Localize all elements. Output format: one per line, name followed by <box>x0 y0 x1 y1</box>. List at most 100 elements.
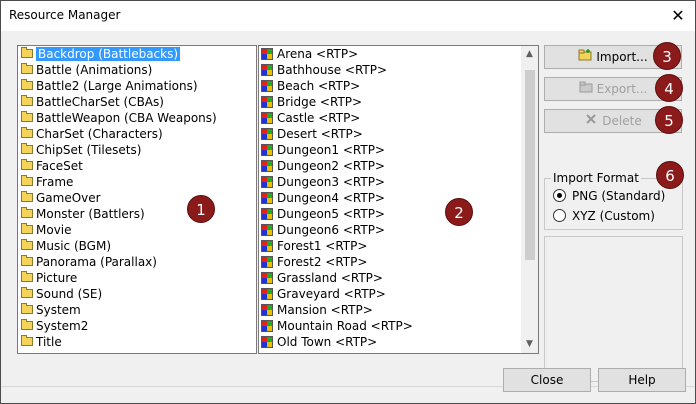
folder-icon <box>21 239 33 250</box>
help-button[interactable]: Help <box>598 368 686 392</box>
folder-icon <box>21 175 33 186</box>
file-label: Old Town <RTP> <box>277 335 378 349</box>
category-item[interactable]: System2 <box>18 318 256 334</box>
category-item[interactable]: Movie <box>18 222 256 238</box>
annotation-badge-4: 4 <box>655 74 683 102</box>
category-item[interactable]: BattleCharSet (CBAs) <box>18 94 256 110</box>
radio-button-icon[interactable] <box>553 189 566 202</box>
title-bar: Resource Manager ✕ <box>1 1 695 31</box>
file-item[interactable]: Grassland <RTP> <box>259 270 538 286</box>
scroll-up-arrow-icon[interactable]: ▲ <box>521 46 538 63</box>
export-icon <box>579 78 593 100</box>
radio-png[interactable]: PNG (Standard) <box>553 188 665 204</box>
file-item[interactable]: Castle <RTP> <box>259 110 538 126</box>
category-item[interactable]: Panorama (Parallax) <box>18 254 256 270</box>
category-item[interactable]: Battle (Animations) <box>18 62 256 78</box>
file-label: Dungeon3 <RTP> <box>277 175 385 189</box>
category-item[interactable]: Battle2 (Large Animations) <box>18 78 256 94</box>
category-label: Panorama (Parallax) <box>36 255 157 269</box>
image-file-icon <box>261 320 273 332</box>
file-item[interactable]: Dungeon1 <RTP> <box>259 142 538 158</box>
category-label: Title <box>36 335 62 349</box>
radio-xyz[interactable]: XYZ (Custom) <box>553 208 655 224</box>
file-list-scrollbar[interactable]: ▲ ▼ <box>521 46 538 353</box>
category-label: Battle2 (Large Animations) <box>36 79 198 93</box>
file-item[interactable]: Desert <RTP> <box>259 126 538 142</box>
category-item[interactable]: Backdrop (Battlebacks) <box>18 46 256 62</box>
folder-icon <box>21 79 33 90</box>
file-item[interactable]: Mountain Road <RTP> <box>259 318 538 334</box>
image-file-icon <box>261 240 273 252</box>
file-item[interactable]: Graveyard <RTP> <box>259 286 538 302</box>
file-item[interactable]: Dungeon2 <RTP> <box>259 158 538 174</box>
folder-icon <box>21 111 33 122</box>
category-label: Backdrop (Battlebacks) <box>36 47 181 61</box>
import-label: Import... <box>596 50 648 64</box>
category-item[interactable]: ChipSet (Tilesets) <box>18 142 256 158</box>
folder-icon <box>21 143 33 154</box>
category-label: Picture <box>36 271 78 285</box>
radio-xyz-label: XYZ (Custom) <box>572 209 655 223</box>
category-item[interactable]: Monster (Battlers) <box>18 206 256 222</box>
folder-icon <box>21 287 33 298</box>
category-label: Sound (SE) <box>36 287 103 301</box>
category-item[interactable]: Music (BGM) <box>18 238 256 254</box>
annotation-badge-5: 5 <box>655 106 683 134</box>
category-item[interactable]: BattleWeapon (CBA Weapons) <box>18 110 256 126</box>
annotation-badge-3: 3 <box>653 42 681 70</box>
file-label: Graveyard <RTP> <box>277 287 386 301</box>
file-item[interactable]: Bridge <RTP> <box>259 94 538 110</box>
file-item[interactable]: Mansion <RTP> <box>259 302 538 318</box>
file-item[interactable]: Dungeon4 <RTP> <box>259 190 538 206</box>
file-item[interactable]: Dungeon3 <RTP> <box>259 174 538 190</box>
file-list[interactable]: Arena <RTP> Bathhouse <RTP> Beach <RTP> Bri… <box>258 45 539 354</box>
category-label: BattleWeapon (CBA Weapons) <box>36 111 217 125</box>
image-file-icon <box>261 160 273 172</box>
annotation-badge-6: 6 <box>656 161 684 189</box>
close-icon[interactable]: ✕ <box>667 5 689 27</box>
file-label: Bathhouse <RTP> <box>277 63 388 77</box>
file-item[interactable]: Arena <RTP> <box>259 46 538 62</box>
folder-icon <box>21 63 33 74</box>
category-label: CharSet (Characters) <box>36 127 163 141</box>
annotation-badge-2: 2 <box>445 198 473 226</box>
file-item[interactable]: Forest1 <RTP> <box>259 238 538 254</box>
preview-panel <box>544 236 683 382</box>
category-item[interactable]: GameOver <box>18 190 256 206</box>
category-item[interactable]: System <box>18 302 256 318</box>
file-label: Castle <RTP> <box>277 111 361 125</box>
category-item[interactable]: Frame <box>18 174 256 190</box>
dialog-client: Backdrop (Battlebacks) Battle (Animations… <box>1 31 695 403</box>
file-item[interactable]: Dungeon6 <RTP> <box>259 222 538 238</box>
category-list[interactable]: Backdrop (Battlebacks) Battle (Animations… <box>17 45 257 354</box>
category-item[interactable]: FaceSet <box>18 158 256 174</box>
category-label: GameOver <box>36 191 101 205</box>
folder-icon <box>21 303 33 314</box>
file-label: Dungeon1 <RTP> <box>277 143 385 157</box>
file-label: Forest1 <RTP> <box>277 239 368 253</box>
category-item[interactable]: Sound (SE) <box>18 286 256 302</box>
folder-icon <box>21 271 33 282</box>
file-item[interactable]: Beach <RTP> <box>259 78 538 94</box>
delete-x-icon <box>584 110 598 132</box>
close-button[interactable]: Close <box>503 368 591 392</box>
file-item[interactable]: Dungeon5 <RTP> <box>259 206 538 222</box>
category-item[interactable]: CharSet (Characters) <box>18 126 256 142</box>
file-label: Dungeon4 <RTP> <box>277 191 385 205</box>
folder-icon <box>21 95 33 106</box>
category-item[interactable]: Picture <box>18 270 256 286</box>
scrollbar-thumb[interactable] <box>525 70 535 260</box>
category-label: BattleCharSet (CBAs) <box>36 95 164 109</box>
file-item[interactable]: Old Town <RTP> <box>259 334 538 350</box>
category-item[interactable]: Title <box>18 334 256 350</box>
image-file-icon <box>261 80 273 92</box>
radio-button-icon[interactable] <box>553 209 566 222</box>
folder-icon <box>21 255 33 266</box>
file-item[interactable]: Forest2 <RTP> <box>259 254 538 270</box>
image-file-icon <box>261 208 273 220</box>
file-item[interactable]: Bathhouse <RTP> <box>259 62 538 78</box>
file-label: Beach <RTP> <box>277 79 361 93</box>
image-file-icon <box>261 48 273 60</box>
scroll-down-arrow-icon[interactable]: ▼ <box>521 336 538 353</box>
file-label: Forest2 <RTP> <box>277 255 368 269</box>
